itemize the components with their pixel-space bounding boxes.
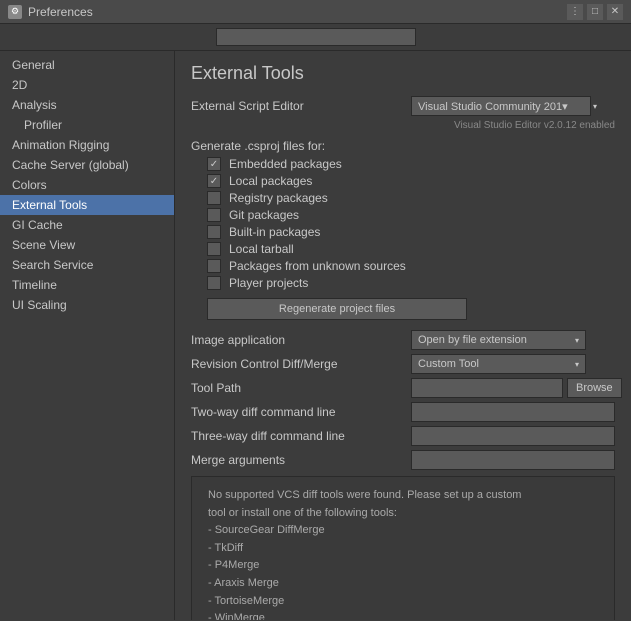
sidebar-item-external-tools[interactable]: External Tools xyxy=(0,195,174,215)
image-app-arrow-icon: ▾ xyxy=(575,336,579,345)
window-controls[interactable]: ⋮ □ ✕ xyxy=(567,4,623,20)
pkg-label-3: Git packages xyxy=(229,208,299,222)
twoway-control xyxy=(411,402,615,422)
title-bar-left: ⚙ Preferences xyxy=(8,5,93,19)
sidebar-item-analysis[interactable]: Analysis xyxy=(0,95,174,115)
pkg-label-2: Registry packages xyxy=(229,191,328,205)
sidebar-item-scene-view[interactable]: Scene View xyxy=(0,235,174,255)
pkg-row-4: Built-in packages xyxy=(207,225,615,239)
merge-args-label: Merge arguments xyxy=(191,453,411,467)
browse-button[interactable]: Browse xyxy=(567,378,622,398)
script-editor-value: Visual Studio Community 201▾ xyxy=(418,100,568,113)
pkg-row-3: Git packages xyxy=(207,208,615,222)
image-app-label: Image application xyxy=(191,333,411,347)
revision-control-control: Custom Tool ▾ xyxy=(411,354,615,374)
pkg-checkbox-5[interactable] xyxy=(207,242,221,256)
threeway-input[interactable] xyxy=(411,426,615,446)
pkg-row-7: Player projects xyxy=(207,276,615,290)
pkg-checkbox-6[interactable] xyxy=(207,259,221,273)
menu-button[interactable]: ⋮ xyxy=(567,4,583,20)
pkg-label-5: Local tarball xyxy=(229,242,294,256)
pkg-checkbox-3[interactable] xyxy=(207,208,221,222)
editor-info-text: Visual Studio Editor v2.0.12 enabled xyxy=(191,120,615,131)
image-app-dropdown[interactable]: Open by file extension ▾ xyxy=(411,330,586,350)
image-app-control: Open by file extension ▾ xyxy=(411,330,615,350)
page-title: External Tools xyxy=(191,63,615,84)
pkg-label-0: Embedded packages xyxy=(229,157,342,171)
app-icon: ⚙ xyxy=(8,5,22,19)
sidebar-item-ui-scaling[interactable]: UI Scaling xyxy=(0,295,174,315)
content-area: External Tools External Script Editor Vi… xyxy=(175,51,631,620)
maximize-button[interactable]: □ xyxy=(587,4,603,20)
regenerate-button[interactable]: Regenerate project files xyxy=(207,298,467,320)
threeway-row: Three-way diff command line xyxy=(191,426,615,446)
revision-control-dropdown[interactable]: Custom Tool ▾ xyxy=(411,354,586,374)
window-title: Preferences xyxy=(28,5,93,19)
image-app-value: Open by file extension xyxy=(418,334,527,346)
threeway-control xyxy=(411,426,615,446)
search-bar xyxy=(0,24,631,51)
pkg-checkbox-2[interactable] xyxy=(207,191,221,205)
sidebar-item-2d[interactable]: 2D xyxy=(0,75,174,95)
sidebar-item-search-service[interactable]: Search Service xyxy=(0,255,174,275)
pkg-checkbox-4[interactable] xyxy=(207,225,221,239)
threeway-label: Three-way diff command line xyxy=(191,429,411,443)
script-editor-dropdown[interactable]: Visual Studio Community 201▾ xyxy=(411,96,591,116)
info-text: No supported VCS diff tools were found. … xyxy=(208,489,521,620)
generate-label: Generate .csproj files for: xyxy=(191,139,615,153)
pkg-row-1: Local packages xyxy=(207,174,615,188)
sidebar-item-general[interactable]: General xyxy=(0,55,174,75)
twoway-label: Two-way diff command line xyxy=(191,405,411,419)
pkg-row-0: Embedded packages xyxy=(207,157,615,171)
sidebar-item-timeline[interactable]: Timeline xyxy=(0,275,174,295)
pkg-row-5: Local tarball xyxy=(207,242,615,256)
title-bar: ⚙ Preferences ⋮ □ ✕ xyxy=(0,0,631,24)
close-button[interactable]: ✕ xyxy=(607,4,623,20)
pkg-checkbox-7[interactable] xyxy=(207,276,221,290)
tool-path-row: Tool Path Browse xyxy=(191,378,615,398)
merge-args-row: Merge arguments xyxy=(191,450,615,470)
pkg-row-6: Packages from unknown sources xyxy=(207,259,615,273)
twoway-row: Two-way diff command line xyxy=(191,402,615,422)
merge-args-control xyxy=(411,450,615,470)
revision-control-label: Revision Control Diff/Merge xyxy=(191,357,411,371)
pkg-checkbox-1[interactable] xyxy=(207,174,221,188)
sidebar-item-animation-rigging[interactable]: Animation Rigging xyxy=(0,135,174,155)
packages-list: Embedded packages Local packages Registr… xyxy=(207,157,615,290)
pkg-checkbox-0[interactable] xyxy=(207,157,221,171)
pkg-label-6: Packages from unknown sources xyxy=(229,259,406,273)
merge-args-input[interactable] xyxy=(411,450,615,470)
pkg-label-4: Built-in packages xyxy=(229,225,320,239)
sidebar-item-gi-cache[interactable]: GI Cache xyxy=(0,215,174,235)
search-input[interactable] xyxy=(216,28,416,46)
sidebar-item-colors[interactable]: Colors xyxy=(0,175,174,195)
sidebar-item-cache-server[interactable]: Cache Server (global) xyxy=(0,155,174,175)
revision-control-row: Revision Control Diff/Merge Custom Tool … xyxy=(191,354,615,374)
script-editor-row: External Script Editor Visual Studio Com… xyxy=(191,96,615,116)
info-box: No supported VCS diff tools were found. … xyxy=(191,476,615,620)
pkg-row-2: Registry packages xyxy=(207,191,615,205)
twoway-input[interactable] xyxy=(411,402,615,422)
script-editor-arrow-icon: ▾ xyxy=(593,102,597,111)
tool-path-control: Browse xyxy=(411,378,622,398)
tool-path-label: Tool Path xyxy=(191,381,411,395)
script-editor-control: Visual Studio Community 201▾ ▾ xyxy=(411,96,615,116)
pkg-label-1: Local packages xyxy=(229,174,312,188)
revision-control-value: Custom Tool xyxy=(418,358,479,370)
sidebar-item-profiler[interactable]: Profiler xyxy=(0,115,174,135)
sidebar: General 2D Analysis Profiler Animation R… xyxy=(0,51,175,620)
main-layout: General 2D Analysis Profiler Animation R… xyxy=(0,51,631,620)
script-editor-label: External Script Editor xyxy=(191,99,411,113)
image-app-row: Image application Open by file extension… xyxy=(191,330,615,350)
revision-control-arrow-icon: ▾ xyxy=(575,360,579,369)
tool-path-input[interactable] xyxy=(411,378,563,398)
pkg-label-7: Player projects xyxy=(229,276,308,290)
